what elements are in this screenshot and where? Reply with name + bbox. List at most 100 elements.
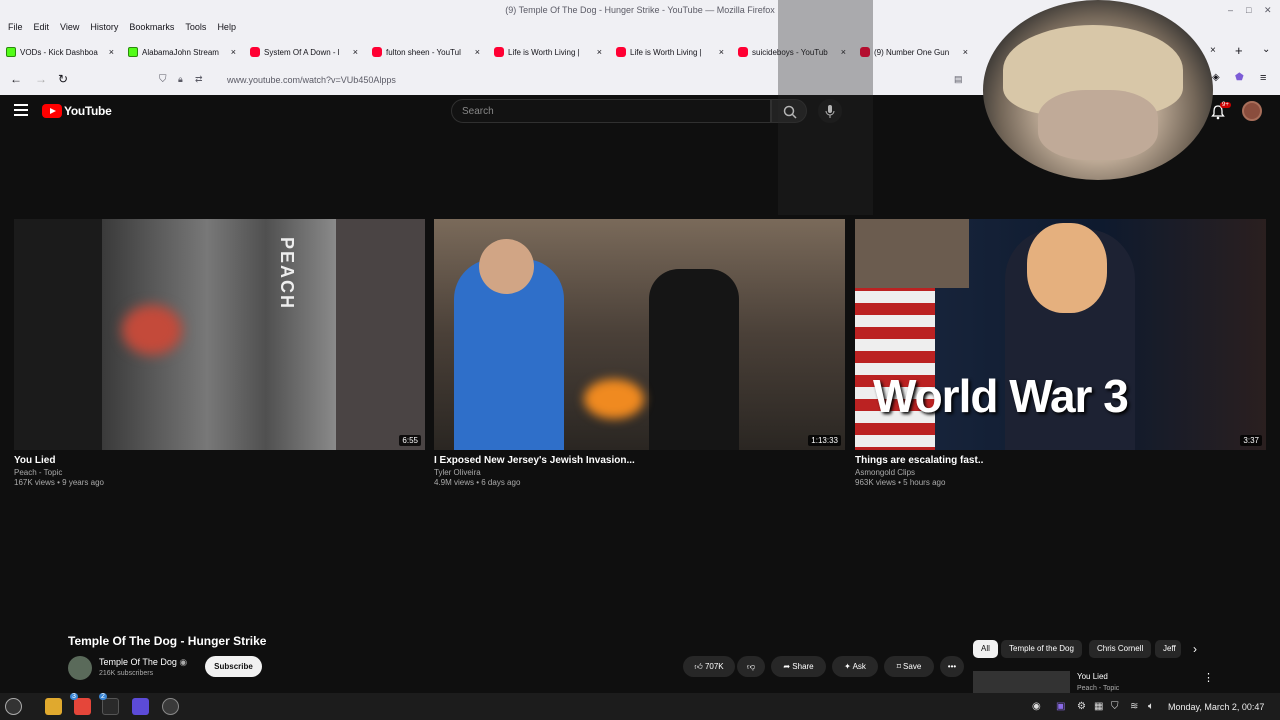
end-screen-video-card[interactable]: World War 3 3:37 Things are escalating f… (855, 219, 1266, 487)
account-icon[interactable]: ⬟ (1235, 72, 1244, 83)
chip-chris-cornell[interactable]: Chris Cornell (1089, 640, 1152, 658)
chip-all[interactable]: All (973, 640, 998, 658)
subscribe-button[interactable]: Subscribe (205, 656, 262, 677)
menu-file[interactable]: File (8, 22, 30, 36)
like-button[interactable]: 👍︎ 707K (683, 656, 735, 677)
reader-view-icon[interactable]: ▤ (954, 74, 963, 85)
tab-kick-vods[interactable]: VODs - Kick Dashboa × (0, 42, 122, 62)
tab-close-icon[interactable]: × (231, 47, 236, 57)
recommended-thumbnail[interactable] (973, 671, 1070, 693)
channel-name[interactable]: Temple Of The Dog ◉ (99, 657, 187, 668)
like-count: 707K (704, 662, 724, 671)
channel-name[interactable]: Tyler Oliveira (434, 468, 845, 477)
back-icon[interactable]: ← (10, 72, 22, 86)
search-input[interactable]: Search (451, 99, 771, 123)
save-button[interactable]: ⌑ Save (884, 656, 934, 677)
ask-label: Ask (852, 662, 866, 671)
recommended-channel[interactable]: Peach - Topic (1077, 685, 1119, 692)
tab-system-of-a-down[interactable]: System Of A Down - l × (244, 42, 366, 62)
forward-icon[interactable]: → (35, 72, 47, 86)
shield-icon[interactable]: ⛉ (159, 74, 167, 85)
avatar[interactable] (1242, 101, 1262, 121)
tab-fulton-sheen[interactable]: fulton sheen - YouTul × (366, 42, 488, 62)
video-thumbnail[interactable]: World War 3 3:37 (855, 219, 1266, 450)
chevron-right-icon[interactable]: › (1193, 642, 1197, 656)
menu-bookmarks[interactable]: Bookmarks (129, 22, 181, 36)
thumbnail-text: World War 3 (873, 370, 1129, 422)
video-thumbnail[interactable]: PEACH 6:55 (14, 219, 425, 450)
tab-close-icon[interactable]: × (719, 47, 724, 57)
reload-icon[interactable]: ↻ (58, 72, 68, 86)
chip-jeff[interactable]: Jeff (1155, 640, 1181, 658)
tray-discord-icon[interactable]: ▣ (1056, 701, 1065, 712)
tab-label: System Of A Down - l (264, 47, 340, 57)
video-title[interactable]: You Lied (14, 455, 425, 466)
tab-close-icon[interactable]: × (109, 47, 114, 57)
menu-help[interactable]: Help (217, 22, 243, 36)
chip-temple-of-the-dog[interactable]: Temple of the Dog (1001, 640, 1082, 658)
menu-icon[interactable] (14, 104, 28, 119)
video-title[interactable]: I Exposed New Jersey's Jewish Invasion..… (434, 455, 845, 466)
bookmark-icon: ⌑ (896, 662, 901, 671)
end-screen-video-card[interactable]: 1:13:33 I Exposed New Jersey's Jewish In… (434, 219, 845, 487)
menu-history[interactable]: History (90, 22, 125, 36)
tab-list-icon[interactable]: ⌄ (1262, 44, 1270, 55)
menu-tools[interactable]: Tools (185, 22, 213, 36)
more-actions-button[interactable]: ••• (940, 656, 964, 677)
clipboard-icon[interactable]: ▦ (1094, 701, 1103, 712)
kick-favicon-icon (6, 47, 16, 57)
end-screen-video-card[interactable]: PEACH 6:55 You Lied Peach - Topic 167K v… (14, 219, 425, 487)
tab-label: (9) Number One Gun (874, 47, 950, 57)
lock-icon[interactable]: 🔒︎ (178, 74, 183, 85)
clock[interactable]: Monday, March 2, 00:47 (1168, 702, 1264, 712)
tab-close-icon[interactable]: × (1210, 45, 1216, 56)
channel-name[interactable]: Asmongold Clips (855, 468, 1266, 477)
tab-close-icon[interactable]: × (475, 47, 480, 57)
tab-close-icon[interactable]: × (597, 47, 602, 57)
tab-close-icon[interactable]: × (353, 47, 358, 57)
youtube-logo[interactable]: YouTube (42, 104, 112, 118)
youtube-play-icon (42, 104, 62, 118)
video-meta: 4.9M views • 6 days ago (434, 478, 521, 487)
media-icon[interactable] (132, 698, 149, 715)
tab-alabamajohn[interactable]: AlabamaJohn Stream × (122, 42, 244, 62)
video-title[interactable]: Things are escalating fast.. (855, 455, 1266, 466)
tab-label: VODs - Kick Dashboa (20, 47, 98, 57)
tab-life-worth-living-2[interactable]: Life is Worth Living | × (610, 42, 732, 62)
video-thumbnail[interactable]: 1:13:33 (434, 219, 845, 450)
recommended-title[interactable]: You Lied (1077, 672, 1108, 681)
dislike-button[interactable]: 👎︎ (737, 656, 765, 677)
start-menu-icon[interactable] (5, 698, 22, 715)
tab-life-worth-living-1[interactable]: Life is Worth Living | × (488, 42, 610, 62)
tray-status-icon[interactable]: ⚙ (1077, 701, 1086, 712)
obs-icon[interactable] (162, 698, 179, 715)
kebab-menu-icon[interactable]: ⋮ (1203, 671, 1214, 684)
duration-badge: 6:55 (399, 435, 421, 446)
file-manager-icon[interactable] (45, 698, 62, 715)
shield-tray-icon[interactable]: ⛉ (1111, 701, 1119, 712)
maximize-icon[interactable]: □ (1246, 5, 1251, 15)
tab-close-icon[interactable]: × (963, 47, 968, 57)
terminal-icon[interactable] (102, 698, 119, 715)
tab-label: Life is Worth Living | (630, 47, 702, 57)
minimize-icon[interactable]: – (1228, 5, 1233, 15)
tray-app-icon[interactable]: ◉ (1032, 701, 1041, 712)
app-icon[interactable] (74, 698, 91, 715)
save-label: Save (903, 662, 922, 671)
duration-badge: 3:37 (1240, 435, 1262, 446)
menu-edit[interactable]: Edit (34, 22, 57, 36)
close-window-icon[interactable]: ✕ (1264, 5, 1272, 16)
channel-name[interactable]: Peach - Topic (14, 468, 425, 477)
webcam-overlay (983, 0, 1213, 180)
volume-icon[interactable]: 🔈︎ (1148, 701, 1154, 712)
share-button[interactable]: ➦ Share (771, 656, 826, 677)
ask-button[interactable]: ✦ Ask (832, 656, 878, 677)
channel-avatar[interactable] (68, 656, 92, 680)
extension-icon[interactable]: ◈ (1212, 72, 1220, 83)
wifi-icon[interactable]: ≋ (1130, 701, 1138, 712)
app-menu-icon[interactable]: ≡ (1260, 72, 1266, 84)
duration-badge: 1:13:33 (808, 435, 841, 446)
permissions-icon[interactable]: ⇄ (195, 74, 203, 85)
new-tab-button[interactable]: + (1235, 43, 1243, 58)
menu-view[interactable]: View (60, 22, 86, 36)
